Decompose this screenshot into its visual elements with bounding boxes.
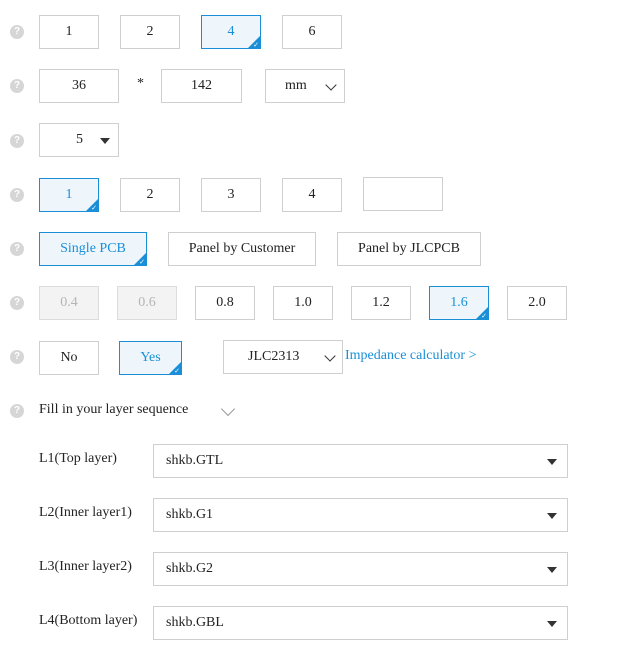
layer-value-l1: shkb.GTL <box>166 453 224 468</box>
design-option-3[interactable]: 3 <box>201 178 261 212</box>
caret-down-icon <box>547 513 557 519</box>
thickness-option-2.0[interactable]: 2.0 <box>507 286 567 320</box>
thickness-option-1.6[interactable]: 1.6 <box>429 286 489 320</box>
thickness-option-0.8[interactable]: 0.8 <box>195 286 255 320</box>
layer-label-l4: L4(Bottom layer) <box>39 613 138 628</box>
layers-option-6[interactable]: 6 <box>282 15 342 49</box>
layer-select-l4[interactable]: shkb.GBL <box>153 606 568 640</box>
design-option-4[interactable]: 4 <box>282 178 342 212</box>
layer-select-l1[interactable]: shkb.GTL <box>153 444 568 478</box>
layer-sequence-toggle[interactable]: Fill in your layer sequence <box>39 402 188 418</box>
layer-select-l2[interactable]: shkb.G1 <box>153 498 568 532</box>
thickness-option-0.6: 0.6 <box>117 286 177 320</box>
chevron-down-icon <box>324 350 336 362</box>
caret-down-icon <box>547 567 557 573</box>
help-icon[interactable]: ? <box>10 134 24 148</box>
chevron-down-icon <box>325 79 337 91</box>
layer-value-l3: shkb.G2 <box>166 561 214 576</box>
help-icon[interactable]: ? <box>10 79 24 93</box>
layers-option-1[interactable]: 1 <box>39 15 99 49</box>
panel-option-single[interactable]: Single PCB <box>39 232 147 266</box>
unit-value: mm <box>285 78 307 93</box>
chevron-down-icon[interactable] <box>220 401 236 417</box>
unit-select[interactable]: mm <box>265 69 345 103</box>
design-option-1[interactable]: 1 <box>39 178 99 212</box>
caret-down-icon <box>100 138 110 144</box>
layer-value-l4: shkb.GBL <box>166 615 224 630</box>
impedance-option-no[interactable]: No <box>39 341 99 375</box>
impedance-calculator-link[interactable]: Impedance calculator > <box>345 348 477 364</box>
layer-label-l3: L3(Inner layer2) <box>39 559 132 574</box>
help-icon[interactable]: ? <box>10 296 24 310</box>
layer-select-l3[interactable]: shkb.G2 <box>153 552 568 586</box>
panel-option-jlcpcb[interactable]: Panel by JLCPCB <box>337 232 481 266</box>
layers-option-2[interactable]: 2 <box>120 15 180 49</box>
stackup-select[interactable]: JLC2313 <box>223 340 343 374</box>
help-icon[interactable]: ? <box>10 25 24 39</box>
impedance-option-yes[interactable]: Yes <box>119 341 182 375</box>
width-input[interactable]: 36 <box>39 69 119 103</box>
design-option-2[interactable]: 2 <box>120 178 180 212</box>
thickness-option-1.0[interactable]: 1.0 <box>273 286 333 320</box>
layer-label-l1: L1(Top layer) <box>39 451 117 466</box>
height-input[interactable]: 142 <box>161 69 242 103</box>
design-custom-input[interactable] <box>363 177 443 211</box>
dimension-separator: * <box>137 76 144 91</box>
stackup-value: JLC2313 <box>248 349 300 364</box>
layer-value-l2: shkb.G1 <box>166 507 214 522</box>
thickness-option-0.4: 0.4 <box>39 286 99 320</box>
layer-label-l2: L2(Inner layer1) <box>39 505 132 520</box>
help-icon[interactable]: ? <box>10 404 24 418</box>
help-icon[interactable]: ? <box>10 242 24 256</box>
quantity-select[interactable]: 5 <box>39 123 119 157</box>
help-icon[interactable]: ? <box>10 188 24 202</box>
thickness-option-1.2[interactable]: 1.2 <box>351 286 411 320</box>
quantity-value: 5 <box>76 132 83 147</box>
caret-down-icon <box>547 459 557 465</box>
panel-option-customer[interactable]: Panel by Customer <box>168 232 316 266</box>
layers-option-4[interactable]: 4 <box>201 15 261 49</box>
caret-down-icon <box>547 621 557 627</box>
help-icon[interactable]: ? <box>10 350 24 364</box>
